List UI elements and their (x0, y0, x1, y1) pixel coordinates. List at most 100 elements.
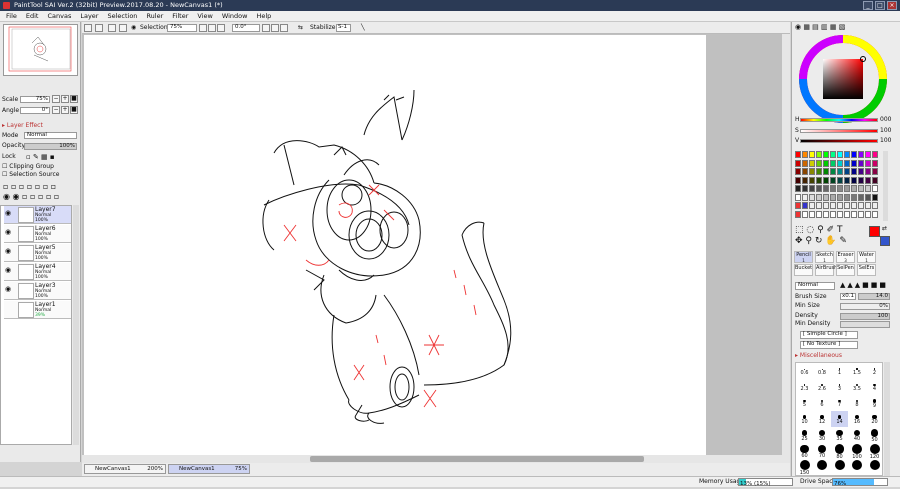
color-swatch[interactable] (830, 159, 836, 167)
brush-tool[interactable]: Bucket (794, 264, 813, 276)
rotate-reset-button[interactable]: ■ (70, 106, 78, 114)
brush-size-scrollbar[interactable] (884, 362, 890, 476)
color-swatch[interactable] (858, 210, 864, 218)
canvas-tab[interactable]: NewCanvas1 200% (84, 464, 166, 474)
brush-size-preset[interactable]: 7 (831, 395, 848, 411)
brush-size-preset[interactable]: 120 (866, 443, 883, 460)
zoom-out-button[interactable]: − (52, 95, 60, 103)
rotate-cw-button[interactable] (271, 24, 279, 32)
color-swatch[interactable] (795, 168, 801, 175)
color-swatch[interactable] (858, 185, 864, 192)
color-swatch[interactable] (844, 202, 850, 209)
layer-row[interactable]: ◉ Layer7 Normal 100% (4, 206, 71, 224)
magic-wand-icon[interactable]: ⚲ (817, 225, 824, 235)
color-swatch[interactable] (830, 210, 836, 218)
clipping-group-checkbox[interactable]: ☐ Clipping Group (2, 163, 54, 171)
navigator-preview[interactable] (3, 24, 78, 76)
brush-size-preset[interactable] (814, 459, 831, 475)
color-swatch[interactable] (802, 168, 808, 175)
layer-row[interactable]: Layer1 Normal 39% (4, 301, 71, 319)
canvas-horizontal-scrollbar[interactable] (82, 455, 790, 463)
color-swatch[interactable] (802, 193, 808, 201)
swatch-grid[interactable] (795, 151, 881, 221)
canvas-vertical-scrollbar[interactable] (782, 34, 790, 455)
brush-size-preset[interactable] (831, 459, 848, 475)
color-swatch[interactable] (816, 151, 822, 158)
color-swatch[interactable] (830, 193, 836, 201)
zoom-reset-button[interactable]: ■ (70, 95, 78, 103)
color-swatch[interactable] (809, 193, 815, 201)
color-swatch[interactable] (795, 159, 801, 167)
brush-size-preset[interactable]: 6 (814, 395, 831, 411)
color-swatch[interactable] (802, 176, 808, 184)
brush-size-preset[interactable]: 3.5 (849, 379, 866, 395)
brush-tool[interactable]: AirBrush (815, 264, 837, 276)
brush-tool[interactable]: Eraser 3 (836, 251, 855, 263)
brush-size-preset[interactable]: 70 (814, 443, 831, 459)
color-swatch[interactable] (809, 210, 815, 218)
brush-size-preset[interactable] (849, 459, 866, 475)
color-swatch[interactable] (816, 159, 822, 167)
brush-size-preset[interactable]: 1.5 (849, 363, 866, 379)
color-swatch[interactable] (858, 193, 864, 201)
layer-visibility-icon[interactable] (5, 304, 15, 314)
color-swatch[interactable] (844, 151, 850, 158)
zoom-tool-icon[interactable]: ⚲ (805, 236, 812, 246)
color-swatch[interactable] (844, 193, 850, 201)
brush-size-preset[interactable] (866, 459, 883, 475)
layer-row[interactable]: ◉ Layer6 Normal 100% (4, 225, 71, 243)
menu-canvas[interactable]: Canvas (47, 12, 71, 20)
color-swatch[interactable] (865, 151, 871, 158)
horizontal-scroll-thumb[interactable] (310, 456, 644, 462)
canvas-tab[interactable]: NewCanvas1 75% (168, 464, 250, 474)
blend-mode-select[interactable]: Normal (24, 132, 77, 139)
color-swatch[interactable] (844, 185, 850, 192)
color-swatch[interactable] (802, 202, 808, 209)
color-swatch[interactable] (816, 193, 822, 201)
color-swatch[interactable] (809, 159, 815, 167)
brush-shape-presets[interactable]: ▲▲▲■■■ (840, 281, 888, 289)
color-swatch[interactable] (858, 159, 864, 167)
menu-edit[interactable]: Edit (26, 12, 39, 20)
menu-file[interactable]: File (6, 12, 17, 20)
color-swatch[interactable] (823, 185, 829, 192)
menu-selection[interactable]: Selection (107, 12, 137, 20)
color-swatch[interactable] (837, 159, 843, 167)
canvas-area[interactable] (82, 34, 790, 455)
color-swatch[interactable] (837, 176, 843, 184)
menu-ruler[interactable]: Ruler (146, 12, 163, 20)
color-swatch[interactable] (809, 202, 815, 209)
color-swatch[interactable] (816, 210, 822, 218)
color-swatch[interactable] (837, 151, 843, 158)
rotate-ccw-button[interactable] (262, 24, 270, 32)
color-swatch[interactable] (837, 168, 843, 175)
color-swatch[interactable] (830, 176, 836, 184)
layer-visibility-icon[interactable]: ◉ (5, 228, 15, 238)
color-panel-tabs[interactable]: ◉ ▦ ▤ ▥ ▦ ▧ (795, 23, 845, 31)
rotate-left-button[interactable]: − (52, 106, 60, 114)
zoom-reset-button-top[interactable] (217, 24, 225, 32)
color-swatch[interactable] (872, 202, 878, 209)
layer-list-scrollbar[interactable] (73, 205, 79, 445)
color-swatch[interactable] (865, 193, 871, 201)
min-size-slider[interactable]: 0% (840, 303, 890, 310)
brush-size-preset[interactable]: 35 (831, 427, 848, 443)
hand-tool-icon[interactable]: ✋ (825, 236, 836, 246)
brush-size-preset[interactable]: 9 (866, 395, 883, 411)
color-swatch[interactable] (872, 168, 878, 175)
color-swatch[interactable] (865, 202, 871, 209)
minimize-button[interactable]: _ (863, 1, 873, 10)
color-swatch[interactable] (865, 168, 871, 175)
color-swatch[interactable] (844, 176, 850, 184)
color-swatch[interactable] (851, 202, 857, 209)
color-wheel[interactable] (798, 34, 888, 124)
color-swatch[interactable] (844, 168, 850, 175)
layer-buttons-row1[interactable]: ▫ ▫ ▫ ▫ ▫ ▫ ▫ (3, 182, 56, 191)
color-swatch[interactable] (865, 176, 871, 184)
color-swatch[interactable] (851, 168, 857, 175)
brush-size-preset[interactable]: 80 (831, 443, 848, 460)
picker-tool-icon[interactable]: ✎ (839, 236, 847, 246)
color-swatch[interactable] (809, 176, 815, 184)
color-swatch[interactable] (858, 202, 864, 209)
brush-size-preset[interactable]: 14 (831, 411, 848, 427)
